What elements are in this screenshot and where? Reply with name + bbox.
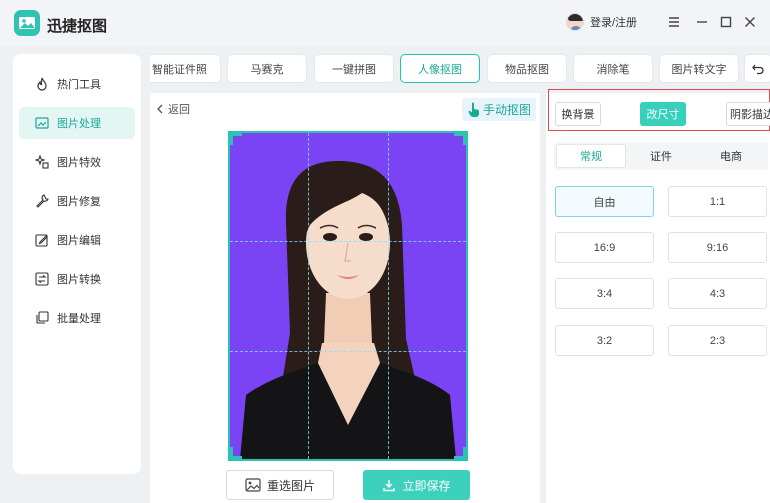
grid-guide <box>388 133 389 459</box>
ratio-16-9[interactable]: 16:9 <box>555 232 654 263</box>
maximize-icon[interactable] <box>716 12 736 32</box>
tab-image-to-text[interactable]: 图片转文字 <box>659 54 739 83</box>
tool-tabs: 智能证件照 马赛克 一键拼图 人像抠图 物品抠图 消除笔 图片转文字 <box>150 52 770 86</box>
grid-guide <box>230 241 466 242</box>
app-title: 迅捷抠图 <box>47 18 108 35</box>
sidebar-item-image-effects[interactable]: 图片特效 <box>19 146 135 178</box>
undo-icon <box>752 64 764 74</box>
ratio-free[interactable]: 自由 <box>555 186 654 217</box>
tab-mosaic[interactable]: 马赛克 <box>227 54 307 83</box>
sidebar-item-label: 图片转换 <box>57 274 101 286</box>
flame-icon <box>37 77 47 91</box>
save-label: 立即保存 <box>402 478 451 493</box>
save-button[interactable]: 立即保存 <box>363 470 470 500</box>
reselect-image-button[interactable]: 重选图片 <box>226 470 334 500</box>
tab-portrait-cutout[interactable]: 人像抠图 <box>400 54 480 83</box>
ratio-3-4[interactable]: 3:4 <box>555 278 654 309</box>
photo-preview[interactable] <box>228 131 468 461</box>
close-icon[interactable] <box>740 12 760 32</box>
chevron-left-icon <box>157 104 163 114</box>
back-label: 返回 <box>168 104 190 116</box>
sidebar-item-label: 图片编辑 <box>57 235 101 247</box>
grid-guide <box>230 351 466 352</box>
sidebar-item-image-repair[interactable]: 图片修复 <box>19 185 135 217</box>
stack-icon <box>36 311 49 324</box>
image-edit-icon <box>35 117 49 129</box>
sidebar-item-label: 图片处理 <box>57 118 101 130</box>
resize-button[interactable]: 改尺寸 <box>640 102 686 126</box>
ratio-9-16[interactable]: 9:16 <box>668 232 767 263</box>
tab-smart-id-photo[interactable]: 智能证件照 <box>150 54 221 83</box>
avatar <box>566 13 584 31</box>
menu-icon[interactable] <box>664 12 684 32</box>
sidebar-item-label: 批量处理 <box>57 313 101 325</box>
tab-one-click-collage[interactable]: 一键拼图 <box>314 54 394 83</box>
change-background-button[interactable]: 换背景 <box>555 102 601 126</box>
preset-category-tabs: 常规 证件 电商 <box>554 142 768 170</box>
shadow-stroke-button[interactable]: 阴影描边 <box>726 102 770 126</box>
editor-canvas-area: 返回 手动抠图 重选图片 立即保存 <box>150 93 540 503</box>
manual-cutout-label: 手动抠图 <box>482 103 531 117</box>
sidebar-item-batch-processing[interactable]: 批量处理 <box>19 302 135 334</box>
sidebar-item-image-processing[interactable]: 图片处理 <box>19 107 135 139</box>
ratio-4-3[interactable]: 4:3 <box>668 278 767 309</box>
tab-eraser-pen[interactable]: 消除笔 <box>573 54 653 83</box>
download-icon <box>383 480 396 492</box>
ratio-1-1[interactable]: 1:1 <box>668 186 767 217</box>
sidebar-item-hot-tools[interactable]: 热门工具 <box>19 68 135 100</box>
hand-pointer-icon <box>468 102 479 117</box>
sidebar-item-label: 图片修复 <box>57 196 101 208</box>
ratio-3-2[interactable]: 3:2 <box>555 325 654 356</box>
title-bar: 迅捷抠图 登录/注册 <box>0 0 770 46</box>
undo-button[interactable] <box>744 54 770 83</box>
login-label: 登录/注册 <box>590 17 638 29</box>
image-icon <box>245 478 261 492</box>
login-button[interactable]: 登录/注册 <box>566 13 637 31</box>
tab-ecommerce[interactable]: 电商 <box>696 144 766 168</box>
minimize-icon[interactable] <box>692 12 712 32</box>
tab-general[interactable]: 常规 <box>556 144 626 168</box>
convert-icon <box>35 272 49 286</box>
manual-cutout-button[interactable]: 手动抠图 <box>462 98 536 121</box>
tab-id[interactable]: 证件 <box>626 144 696 168</box>
grid-guide <box>308 133 309 459</box>
crop-handle[interactable] <box>230 447 242 459</box>
ratio-2-3[interactable]: 2:3 <box>668 325 767 356</box>
crop-handle[interactable] <box>454 133 466 145</box>
portrait-image <box>230 133 466 459</box>
pencil-square-icon <box>35 234 48 247</box>
sparkle-icon <box>35 155 49 169</box>
wrench-icon <box>36 194 49 208</box>
sidebar-item-label: 图片特效 <box>57 157 101 169</box>
resize-panel: 换背景 改尺寸 阴影描边 常规 证件 电商 自由 1:1 16:9 9:16 3… <box>546 89 770 503</box>
sidebar-item-image-convert[interactable]: 图片转换 <box>19 263 135 295</box>
back-button[interactable]: 返回 <box>156 101 190 117</box>
app-logo-icon <box>14 10 40 36</box>
crop-handle[interactable] <box>454 447 466 459</box>
sidebar-item-image-edit[interactable]: 图片编辑 <box>19 224 135 256</box>
sidebar: 热门工具 图片处理 图片特效 图片修复 图片编辑 图片转换 批量处理 <box>13 54 141 474</box>
crop-handle[interactable] <box>230 133 242 145</box>
tab-object-cutout[interactable]: 物品抠图 <box>487 54 567 83</box>
sidebar-item-label: 热门工具 <box>57 79 101 91</box>
reselect-label: 重选图片 <box>266 478 315 493</box>
